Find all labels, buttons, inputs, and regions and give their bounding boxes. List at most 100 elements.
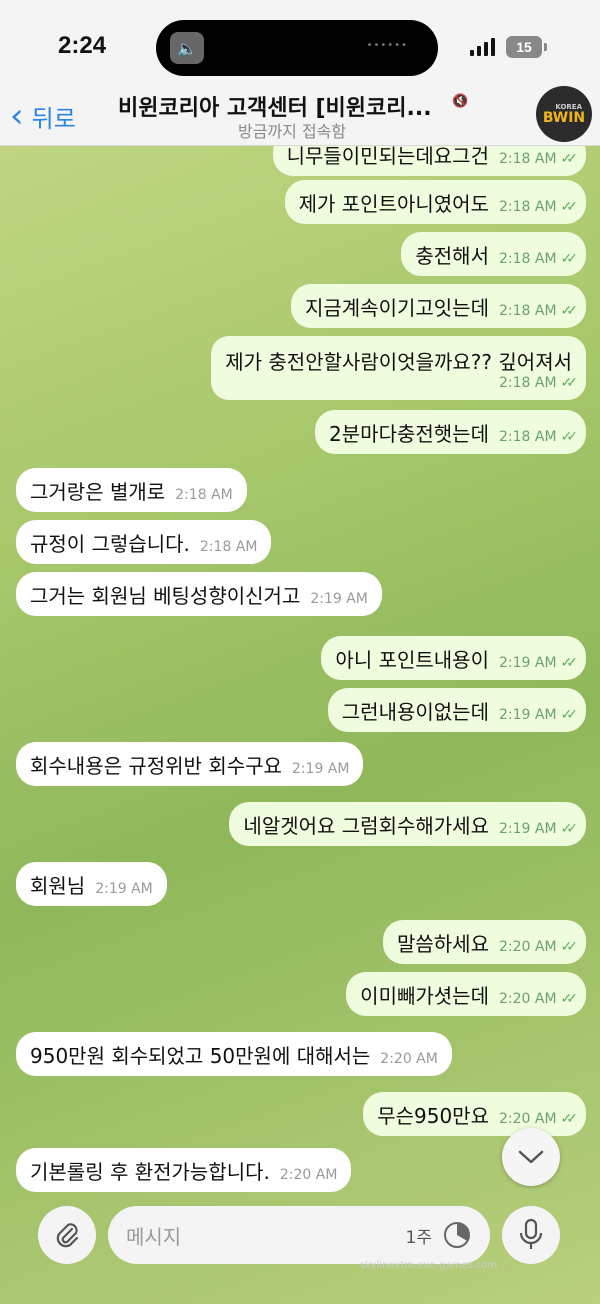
paperclip-icon xyxy=(56,1223,79,1248)
message-input[interactable]: 메시지 1주 xyxy=(108,1206,490,1264)
timer-icon[interactable] xyxy=(442,1220,472,1250)
outgoing-message[interactable]: 그런내용이없는데 2:19 AM ✓✓ xyxy=(327,688,586,732)
outgoing-message[interactable]: 제가 충전안할사람이엇을까요?? 깊어져서 2:18 AM ✓✓ xyxy=(211,336,586,400)
input-bar: 메시지 1주 skylinextm.evo-games.com xyxy=(0,1196,600,1304)
message-text: 충전해서 xyxy=(415,243,489,268)
chevron-down-icon xyxy=(518,1150,544,1164)
status-time: 2:24 xyxy=(58,32,107,59)
message-text: 회수내용은 규정위반 회수구요 xyxy=(30,753,282,778)
message-time: 2:18 AM xyxy=(498,303,557,319)
outgoing-message[interactable]: 아니 포인트내용이 2:19 AM ✓✓ xyxy=(321,636,586,680)
message-time: 2:19 AM xyxy=(310,591,368,607)
message-meta: 2:20 AM ✓✓ xyxy=(498,929,579,955)
message-time: 2:20 AM xyxy=(279,1167,338,1183)
outgoing-message[interactable]: 제가 포인트아니였어도 2:18 AM ✓✓ xyxy=(284,180,586,224)
message-text: 지금계속이기고잇는데 xyxy=(304,295,489,320)
read-check-icon: ✓✓ xyxy=(560,939,579,955)
read-check-icon: ✓✓ xyxy=(560,303,579,319)
read-check-icon: ✓✓ xyxy=(560,429,579,445)
message-meta: 2:18 AM ✓✓ xyxy=(498,189,579,215)
message-text: 그거는 회원님 베팅성향이신거고 xyxy=(30,583,301,608)
message-time: 2:18 AM xyxy=(498,429,557,445)
read-check-icon: ✓✓ xyxy=(560,374,579,391)
message-time: 2:19 AM xyxy=(498,655,557,671)
outgoing-message[interactable]: 무슨950만요 2:20 AM ✓✓ xyxy=(363,1092,586,1136)
incoming-message[interactable]: 그거랑은 별개로 2:18 AM xyxy=(16,468,247,512)
signal-icon xyxy=(470,38,495,56)
status-bar: 2:24 🔈 •••••• 15 xyxy=(0,0,600,90)
outgoing-message[interactable]: 말씀하세요 2:20 AM ✓✓ xyxy=(382,920,586,964)
scroll-down-button[interactable] xyxy=(502,1128,560,1186)
message-meta: 2:18 AM ✓✓ xyxy=(498,146,579,167)
outgoing-message[interactable]: 지금계속이기고잇는데 2:18 AM ✓✓ xyxy=(290,284,586,328)
mute-icon: 🔇 xyxy=(452,94,469,109)
message-text: 규정이 그렇습니다. xyxy=(30,531,190,556)
message-text: 네알겟어요 그럼회수해가세요 xyxy=(243,813,489,838)
outgoing-message[interactable]: 이미빼가셧는데 2:20 AM ✓✓ xyxy=(346,972,586,1016)
message-meta: 2:19 AM ✓✓ xyxy=(498,645,578,671)
incoming-message[interactable]: 규정이 그렇습니다. 2:18 AM xyxy=(16,520,272,564)
incoming-message[interactable]: 회수내용은 규정위반 회수구요 2:19 AM xyxy=(16,742,364,786)
message-meta: 2:20 AM ✓✓ xyxy=(498,1101,579,1127)
read-check-icon: ✓✓ xyxy=(560,991,579,1007)
message-text: 제가 충전안할사람이엇을까요?? 깊어져서 xyxy=(225,349,572,374)
incoming-message[interactable]: 950만원 회수되었고 50만원에 대해서는 2:20 AM xyxy=(16,1032,452,1076)
back-button[interactable]: ‹ 뒤로 xyxy=(10,96,76,136)
message-time: 2:18 AM xyxy=(498,199,557,215)
avatar-text: BWIN xyxy=(542,109,586,126)
outgoing-message[interactable]: 니무들이민되는데요그건 2:18 AM ✓✓ xyxy=(272,146,586,176)
message-text: 아니 포인트내용이 xyxy=(335,647,489,672)
message-time: 2:18 AM xyxy=(498,151,557,167)
message-meta: 2:20 AM xyxy=(280,1157,338,1183)
message-text: 2분마다충전햇는데 xyxy=(329,421,489,446)
message-meta: 2:18 AM ✓✓ xyxy=(498,374,579,391)
read-check-icon: ✓✓ xyxy=(560,251,579,267)
read-check-icon: ✓✓ xyxy=(560,151,579,167)
outgoing-message[interactable]: 네알겟어요 그럼회수해가세요 2:19 AM ✓✓ xyxy=(229,802,586,846)
message-meta: 2:20 AM xyxy=(380,1041,438,1067)
microphone-icon xyxy=(519,1218,543,1249)
message-meta: 2:18 AM ✓✓ xyxy=(498,293,579,319)
voice-button[interactable] xyxy=(502,1206,560,1264)
read-check-icon: ✓✓ xyxy=(560,707,579,723)
attach-button[interactable] xyxy=(38,1206,96,1264)
timer-label: 1주 xyxy=(405,1227,432,1248)
message-time: 2:18 AM xyxy=(498,374,557,391)
outgoing-message[interactable]: 충전해서 2:18 AM ✓✓ xyxy=(401,232,586,276)
incoming-message[interactable]: 회원님 2:19 AM xyxy=(16,862,167,906)
message-text: 말씀하세요 xyxy=(396,931,489,956)
message-text: 기본롤링 후 환전가능합니다. xyxy=(30,1159,270,1184)
message-meta: 2:19 AM xyxy=(95,871,153,897)
message-meta: 2:18 AM xyxy=(175,477,233,503)
read-check-icon: ✓✓ xyxy=(560,1111,579,1127)
message-time: 2:18 AM xyxy=(498,251,557,267)
outgoing-message[interactable]: 2분마다충전햇는데 2:18 AM ✓✓ xyxy=(315,410,586,454)
speaker-icon: 🔈 xyxy=(170,32,204,64)
avatar[interactable]: KOREA BWIN xyxy=(536,86,592,142)
message-time: 2:20 AM xyxy=(498,939,557,955)
dynamic-island: 🔈 •••••• xyxy=(156,20,438,76)
message-text: 제가 포인트아니였어도 xyxy=(298,191,489,216)
message-list[interactable]: 니무들이민되는데요그건 2:18 AM ✓✓ 제가 포인트아니였어도 2:18 AM ✓✓… xyxy=(0,146,600,1196)
chat-header: ‹ 뒤로 비윈코리아 고객센터 [비윈코리... 🔇 방금까지 접속함 KORE… xyxy=(0,86,600,146)
message-meta: 2:19 AM ✓✓ xyxy=(499,697,579,723)
battery-icon: 15 xyxy=(506,36,547,58)
battery-level: 15 xyxy=(516,39,532,55)
incoming-message[interactable]: 기본롤링 후 환전가능합니다. 2:20 AM xyxy=(16,1148,352,1192)
message-time: 2:19 AM xyxy=(291,761,350,777)
message-text: 무슨950만요 xyxy=(377,1103,489,1128)
message-time: 2:20 AM xyxy=(498,1111,557,1127)
read-check-icon: ✓✓ xyxy=(560,821,579,837)
island-dots-icon: •••••• xyxy=(366,40,408,51)
message-text: 그런내용이없는데 xyxy=(341,699,489,724)
message-meta: 2:19 AM ✓✓ xyxy=(498,811,579,837)
chat-subtitle: 방금까지 접속함 xyxy=(238,122,347,141)
incoming-message[interactable]: 그거는 회원님 베팅성향이신거고 2:19 AM xyxy=(16,572,382,616)
message-time: 2:19 AM xyxy=(95,881,153,897)
message-time: 2:18 AM xyxy=(175,487,233,503)
chevron-left-icon: ‹ xyxy=(10,96,24,136)
read-check-icon: ✓✓ xyxy=(560,199,579,215)
message-time: 2:19 AM xyxy=(498,821,557,837)
message-text: 그거랑은 별개로 xyxy=(30,479,166,504)
message-time: 2:18 AM xyxy=(199,539,258,555)
